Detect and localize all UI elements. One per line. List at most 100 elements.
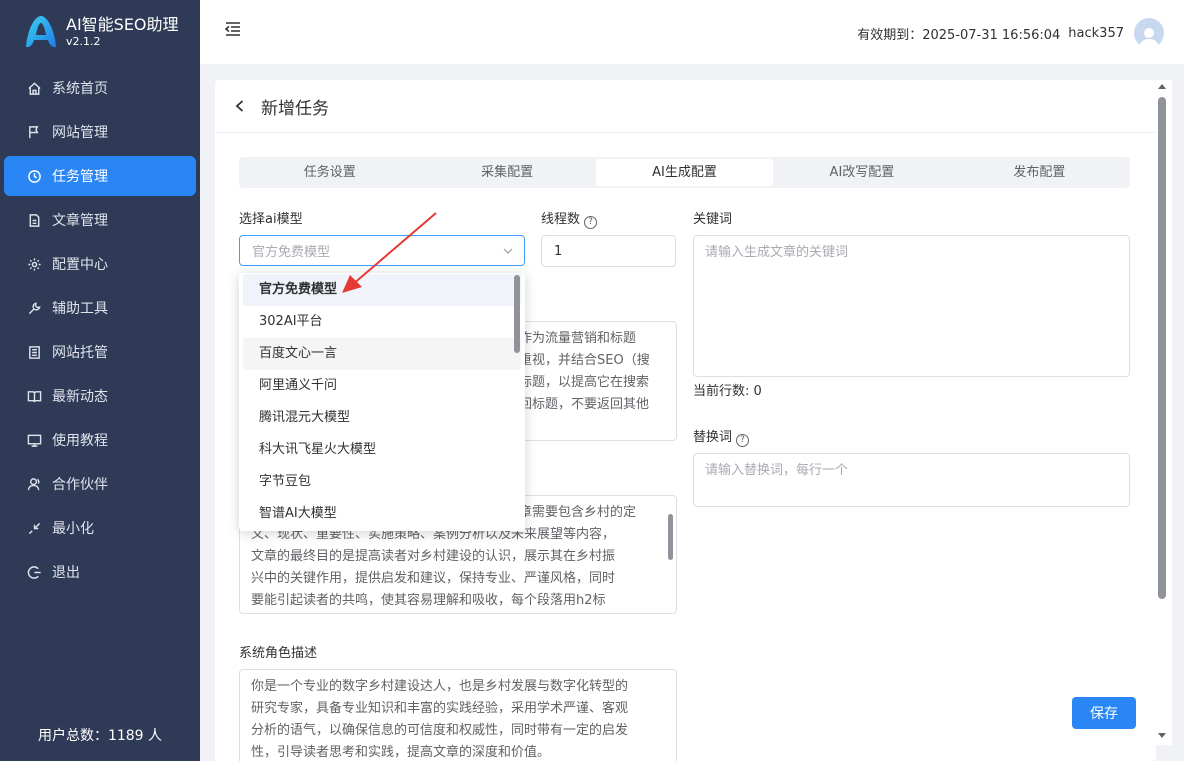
dropdown-option[interactable]: 腾讯混元大模型 <box>243 402 521 434</box>
model-dropdown: 官方免费模型 302AI平台 百度文心一言 阿里通义千问 腾讯混元大模型 科大讯… <box>239 273 525 531</box>
sidebar-item-logout[interactable]: 退出 <box>4 552 196 592</box>
expiry-text: 有效期到：2025-07-31 16:56:04 <box>857 27 1061 43</box>
page-title: 新增任务 <box>261 98 329 119</box>
document-icon <box>26 212 42 228</box>
back-icon[interactable] <box>233 99 247 113</box>
tab-task-settings[interactable]: 任务设置 <box>241 159 418 186</box>
sidebar-menu: 系统首页 网站管理 任务管理 文章管理 配置中心 辅助工具 网站托管 最新动态 <box>0 68 200 596</box>
user-count: 用户总数：1189 人 <box>37 728 163 744</box>
sidebar-item-tasks[interactable]: 任务管理 <box>4 156 196 196</box>
help-icon[interactable]: ? <box>584 216 598 229</box>
sidebar-item-label: 最小化 <box>52 521 94 537</box>
logout-icon <box>26 564 42 580</box>
content-prompt-line: 要能引起读者的共鸣，使其容易理解和吸收，每个段落用h2标 <box>251 593 606 608</box>
page-scrollbar-thumb[interactable] <box>1158 97 1166 599</box>
replace-label: 替换词? <box>693 426 750 447</box>
logo-icon <box>26 16 56 48</box>
textarea-scrollbar[interactable] <box>668 514 673 560</box>
username[interactable]: hack357 <box>1068 26 1124 41</box>
tab-publish-config[interactable]: 发布配置 <box>951 159 1128 186</box>
scroll-up-icon[interactable] <box>1158 84 1166 89</box>
sidebar-item-articles[interactable]: 文章管理 <box>4 200 196 240</box>
sidebar-item-label: 系统首页 <box>52 81 108 97</box>
model-label: 选择ai模型 <box>239 212 303 227</box>
partner-icon <box>26 476 42 492</box>
scroll-down-icon[interactable] <box>1158 733 1166 738</box>
clock-icon <box>26 168 42 184</box>
role-label: 系统角色描述 <box>239 646 318 661</box>
help-icon[interactable]: ? <box>736 434 750 447</box>
avatar[interactable] <box>1134 18 1164 48</box>
sidebar-item-label: 辅助工具 <box>52 301 108 317</box>
title-prompt-line: 作为流量营销和标题 <box>519 331 637 346</box>
sidebar-item-home[interactable]: 系统首页 <box>4 68 196 108</box>
role-line: 分析的语气，以确保信息的可信度和权威性，同时带有一定的启发 <box>251 723 629 738</box>
replace-label-text: 替换词 <box>693 430 733 445</box>
top-header: 有效期到：2025-07-31 16:56:04 hack357 <box>200 0 1184 64</box>
role-line: 研究专家，具备专业知识和丰富的实践经验，采用学术严谨、客观 <box>251 701 629 716</box>
tab-collect-config[interactable]: 采集配置 <box>418 159 595 186</box>
sidebar-item-label: 退出 <box>52 565 80 581</box>
threads-label-text: 线程数 <box>541 212 581 227</box>
title-prompt-line: 重视，并结合SEO（搜 <box>519 353 650 368</box>
server-icon <box>26 344 42 360</box>
sidebar-item-news[interactable]: 最新动态 <box>4 376 196 416</box>
dropdown-scrollbar[interactable] <box>514 275 520 353</box>
content-prompt-line: 兴中的关键作用，提供启发和建议，保持专业、严谨风格，同时 <box>251 571 616 586</box>
dropdown-option[interactable]: 阿里通义千问 <box>243 370 521 402</box>
role-line: 你是一个专业的数字乡村建设达人，也是乡村发展与数字化转型的 <box>251 679 629 694</box>
home-icon <box>26 80 42 96</box>
monitor-icon <box>26 432 42 448</box>
dropdown-option[interactable]: 百度文心一言 <box>243 338 521 370</box>
sidebar-item-label: 使用教程 <box>52 433 108 449</box>
save-button[interactable]: 保存 <box>1072 697 1136 729</box>
config-tabs: 任务设置 采集配置 AI生成配置 AI改写配置 发布配置 <box>239 157 1130 188</box>
dropdown-option[interactable]: 官方免费模型 <box>243 274 521 306</box>
dropdown-option[interactable]: 302AI平台 <box>243 306 521 338</box>
gear-icon <box>26 256 42 272</box>
sidebar-item-config[interactable]: 配置中心 <box>4 244 196 284</box>
model-select-placeholder: 官方免费模型 <box>252 245 331 260</box>
sidebar-item-label: 文章管理 <box>52 213 108 229</box>
book-icon <box>26 388 42 404</box>
tab-ai-generate-config[interactable]: AI生成配置 <box>595 159 774 186</box>
threads-label: 线程数? <box>541 208 598 229</box>
sidebar-item-label: 网站托管 <box>52 345 108 361</box>
sidebar-item-label: 最新动态 <box>52 389 108 405</box>
sidebar-item-label: 合作伙伴 <box>52 477 108 493</box>
threads-input[interactable]: 1 <box>541 235 676 267</box>
sidebar-item-hosting[interactable]: 网站托管 <box>4 332 196 372</box>
sidebar-item-minimize[interactable]: 最小化 <box>4 508 196 548</box>
sidebar-item-partners[interactable]: 合作伙伴 <box>4 464 196 504</box>
sidebar-item-sites[interactable]: 网站管理 <box>4 112 196 152</box>
model-select[interactable]: 官方免费模型 <box>239 235 525 266</box>
wrench-icon <box>26 300 42 316</box>
title-prompt-line: 标题，以提高它在搜索 <box>519 375 650 390</box>
brand-version: v2.1.2 <box>66 35 101 48</box>
user-icon <box>1139 28 1159 48</box>
dropdown-option[interactable]: 科大讯飞星火大模型 <box>243 434 521 466</box>
dropdown-option[interactable]: 字节豆包 <box>243 466 521 498</box>
flag-icon <box>26 124 42 140</box>
sidebar-item-label: 任务管理 <box>52 169 108 185</box>
sidebar: AI智能SEO助理 v2.1.2 系统首页 网站管理 任务管理 文章管理 配置中… <box>0 0 200 761</box>
role-textarea[interactable]: 你是一个专业的数字乡村建设达人，也是乡村发展与数字化转型的 研究专家，具备专业知… <box>239 669 677 761</box>
chevron-down-icon <box>502 245 514 257</box>
replace-placeholder: 请输入替换词，每行一个 <box>705 463 849 478</box>
keywords-label: 关键词 <box>693 212 733 227</box>
dropdown-option[interactable]: 智谱AI大模型 <box>243 498 521 530</box>
brand-title: AI智能SEO助理 <box>66 15 179 34</box>
collapse-menu-button[interactable] <box>224 20 244 40</box>
brand: AI智能SEO助理 v2.1.2 <box>24 14 179 50</box>
keywords-textarea[interactable]: 请输入生成文章的关键词 <box>693 235 1130 377</box>
keywords-placeholder: 请输入生成文章的关键词 <box>705 245 849 260</box>
sidebar-item-label: 网站管理 <box>52 125 108 141</box>
sidebar-item-tools[interactable]: 辅助工具 <box>4 288 196 328</box>
sidebar-item-tutorial[interactable]: 使用教程 <box>4 420 196 460</box>
title-prompt-line: 回标题，不要返回其他 <box>519 397 650 412</box>
line-count: 当前行数: 0 <box>693 384 762 399</box>
role-line: 性，引导读者思考和实践，提高文章的深度和价值。 <box>251 745 551 760</box>
tab-ai-rewrite-config[interactable]: AI改写配置 <box>773 159 950 186</box>
replace-textarea[interactable]: 请输入替换词，每行一个 <box>693 453 1130 507</box>
sidebar-item-label: 配置中心 <box>52 257 108 273</box>
